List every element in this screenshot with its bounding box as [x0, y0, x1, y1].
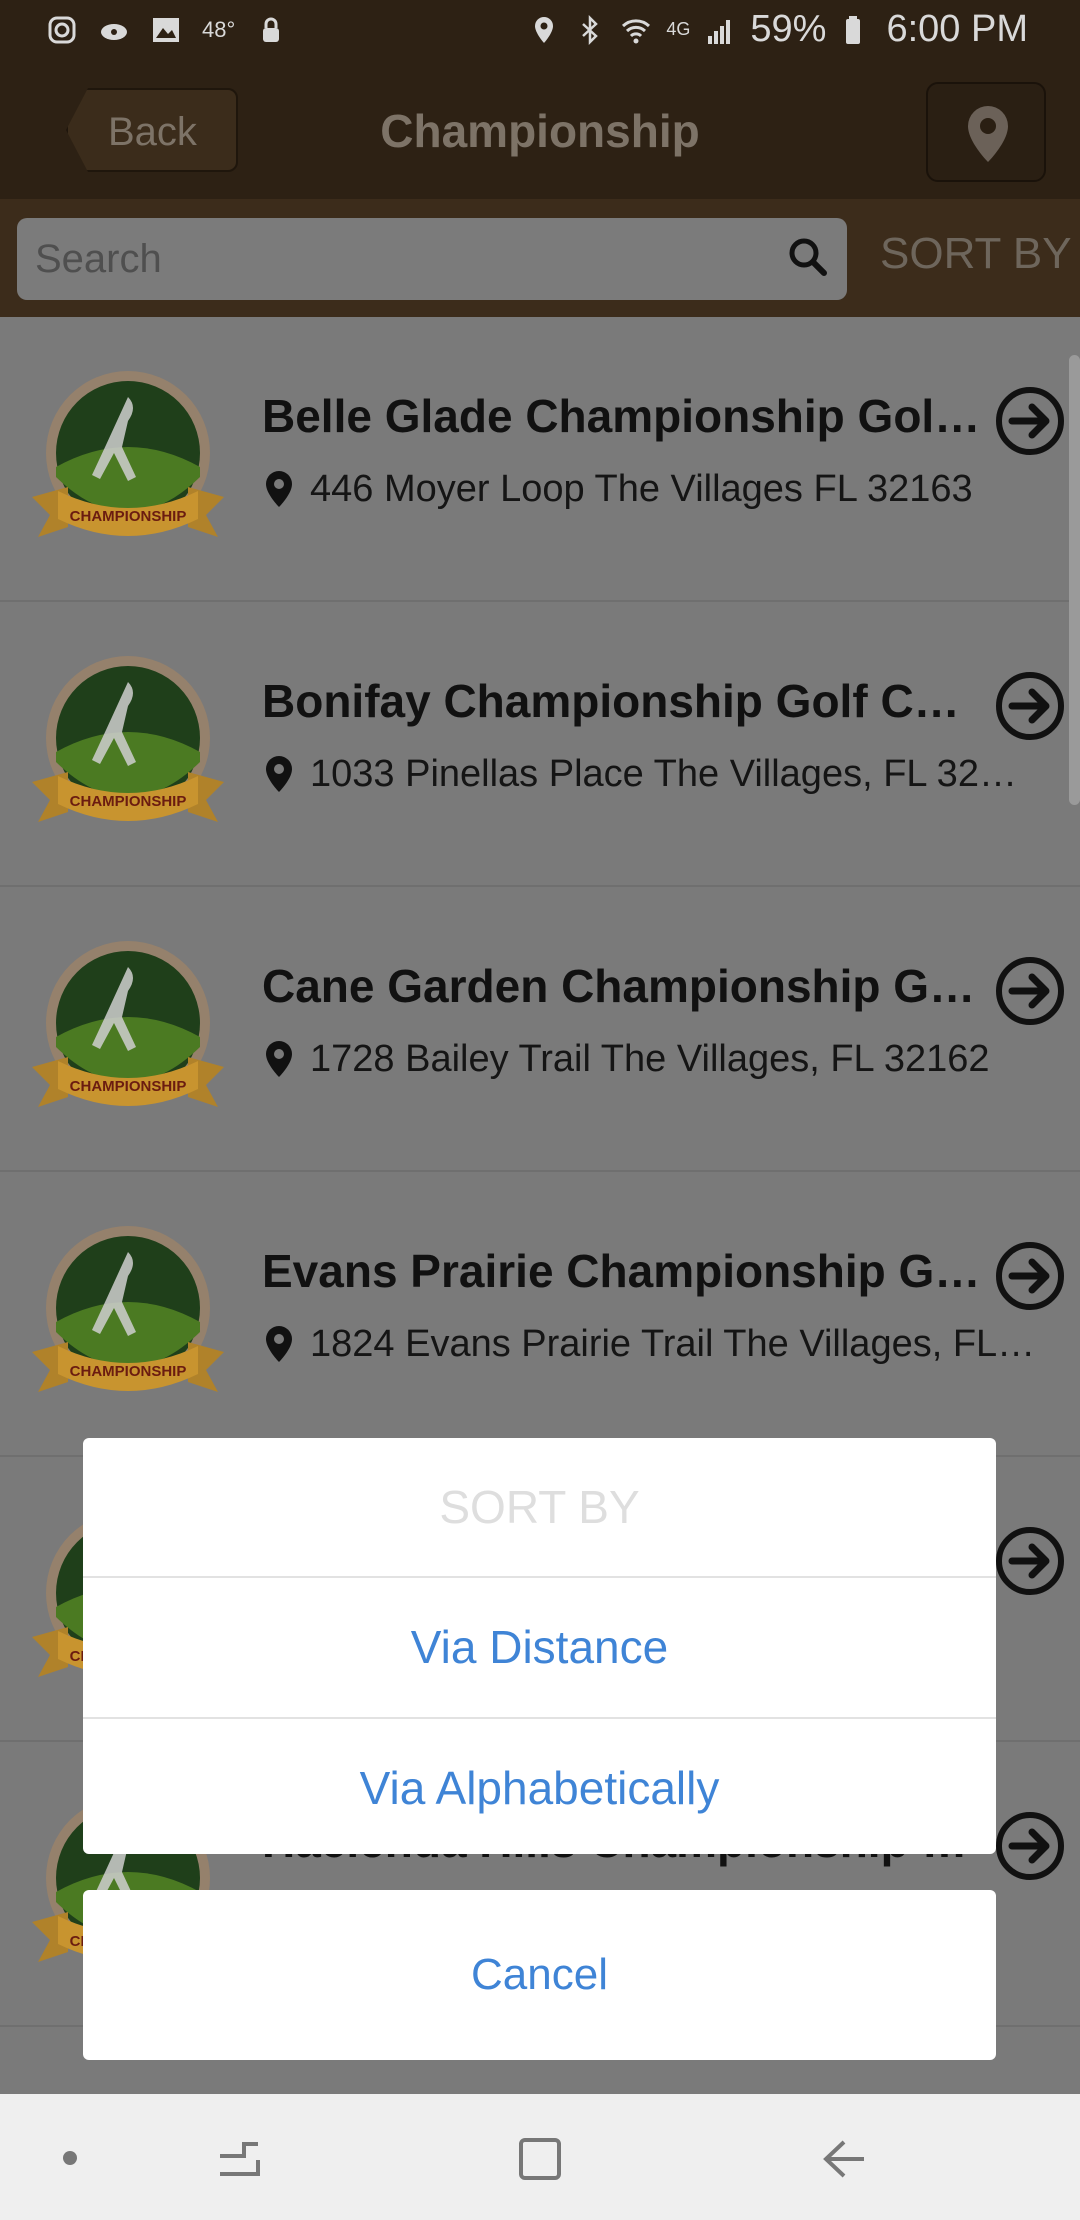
search-bar: SORT BY: [0, 199, 1080, 317]
status-bar: 48° 4G 59% 6:00 PM: [0, 0, 1080, 66]
map-button[interactable]: [926, 82, 1046, 182]
badge-label: CHAMPIONSHIP: [70, 508, 187, 525]
course-address: 1728 Bailey Trail The Villages, FL 32162: [310, 1038, 1060, 1081]
badge-label: CHAMPIONSHIP: [70, 1363, 187, 1380]
badge-label: CHAMPIONSHIP: [70, 793, 187, 810]
home-icon[interactable]: [515, 2134, 565, 2184]
sort-via-alphabetically-option[interactable]: Via Alphabetically: [83, 1719, 996, 1854]
cancel-button[interactable]: Cancel: [83, 1890, 996, 2060]
battery-percent: 59%: [750, 8, 826, 51]
arrow-right-circle-icon[interactable]: [994, 955, 1066, 1027]
network-type: 4G: [666, 19, 690, 40]
back-icon[interactable]: [820, 2134, 870, 2184]
app-header: Back Championship: [0, 66, 1080, 199]
course-list-item[interactable]: CHAMPIONSHIP Belle Glade Championship Go…: [0, 317, 1080, 602]
location-pin-icon: [264, 469, 294, 509]
course-address: 1824 Evans Prairie Trail The Villages, F…: [310, 1323, 1060, 1366]
sort-action-sheet: SORT BY Via Distance Via Alphabetically: [83, 1438, 996, 1854]
arrow-right-circle-icon[interactable]: [994, 1810, 1066, 1882]
search-input[interactable]: [17, 218, 847, 300]
course-name: Evans Prairie Championship Go…: [262, 1244, 982, 1298]
gallery-icon: [150, 14, 182, 46]
course-address: 1033 Pinellas Place The Villages, FL 32…: [310, 753, 1060, 796]
course-address: 446 Moyer Loop The Villages FL 32163: [310, 468, 1060, 511]
arrow-right-circle-icon[interactable]: [994, 1240, 1066, 1312]
location-pin-icon: [264, 1039, 294, 1079]
championship-badge-icon: CHAMPIONSHIP: [28, 927, 228, 1137]
temperature: 48°: [202, 17, 235, 43]
course-name: Belle Glade Championship Golf…: [262, 389, 982, 443]
badge-label: CHAMPIONSHIP: [70, 1078, 187, 1095]
course-name: Cane Garden Championship Gol…: [262, 959, 982, 1013]
location-icon: [528, 14, 560, 46]
arrow-right-circle-icon[interactable]: [994, 1525, 1066, 1597]
clock: 6:00 PM: [886, 8, 1028, 51]
lock-icon: [255, 14, 287, 46]
battery-icon: [840, 14, 872, 46]
arrow-right-circle-icon[interactable]: [994, 385, 1066, 457]
recent-apps-icon[interactable]: [214, 2134, 264, 2184]
signal-icon: [704, 14, 736, 46]
page-title: Championship: [0, 104, 1080, 158]
course-name: Bonifay Championship Golf Cou…: [262, 674, 982, 728]
sheet-title: SORT BY: [83, 1438, 996, 1578]
scrollbar[interactable]: [1069, 355, 1080, 805]
location-pin-icon: [264, 754, 294, 794]
championship-badge-icon: CHAMPIONSHIP: [28, 357, 228, 567]
search-icon[interactable]: [788, 237, 828, 277]
wifi-icon: [620, 14, 652, 46]
course-list-item[interactable]: CHAMPIONSHIP Bonifay Championship Golf C…: [0, 602, 1080, 887]
sort-by-button[interactable]: SORT BY: [880, 229, 1072, 279]
location-pin-icon: [264, 1324, 294, 1364]
course-list-item[interactable]: CHAMPIONSHIP Cane Garden Championship Go…: [0, 887, 1080, 1172]
dot-icon[interactable]: [60, 2148, 80, 2168]
cloud-icon: [98, 14, 130, 46]
arrow-right-circle-icon[interactable]: [994, 670, 1066, 742]
map-pin-icon: [964, 104, 1012, 164]
sort-via-distance-option[interactable]: Via Distance: [83, 1578, 996, 1719]
instagram-icon: [46, 14, 78, 46]
navigation-bar: [0, 2094, 1080, 2220]
championship-badge-icon: CHAMPIONSHIP: [28, 1212, 228, 1422]
championship-badge-icon: CHAMPIONSHIP: [28, 642, 228, 852]
course-list-item[interactable]: CHAMPIONSHIP Evans Prairie Championship …: [0, 1172, 1080, 1457]
bluetooth-icon: [574, 14, 606, 46]
